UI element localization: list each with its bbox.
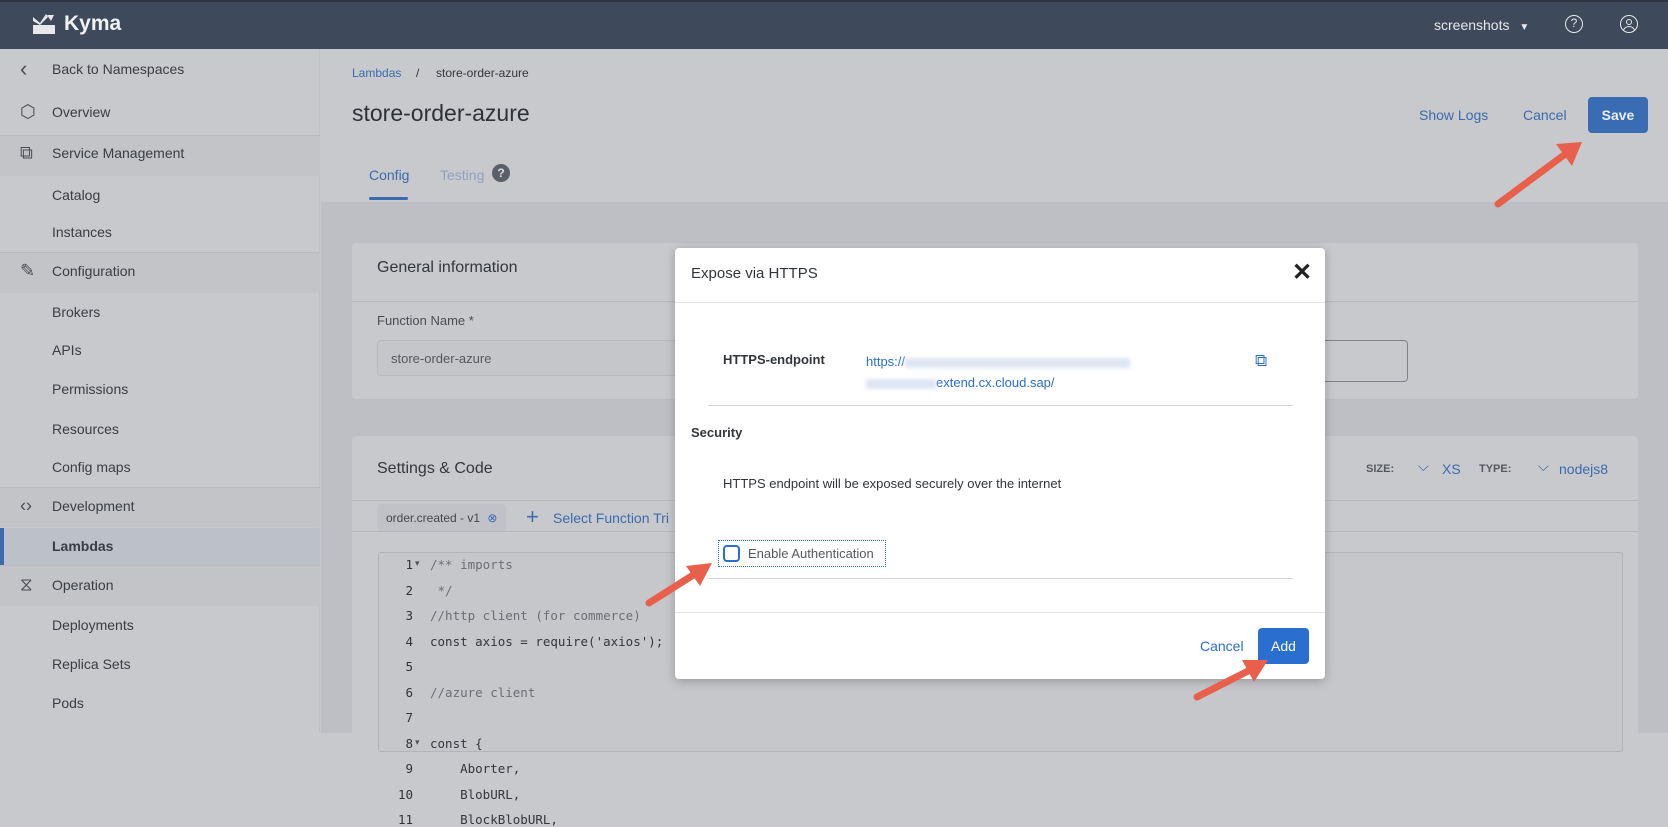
code-line: Aborter,	[430, 761, 521, 776]
annotation-arrows	[645, 142, 1582, 701]
line-number: 11	[397, 812, 413, 827]
arrow-to-save	[1494, 148, 1572, 208]
line-number: 8	[405, 735, 413, 751]
line-number: 10	[397, 786, 413, 802]
line-number: 9	[405, 761, 413, 776]
arrow-to-authentication	[645, 568, 702, 607]
arrow-to-add	[1193, 664, 1258, 701]
code-line: const {	[430, 735, 483, 751]
code-line: BlockBlobURL,	[430, 812, 558, 827]
code-line: BlobURL,	[430, 786, 521, 802]
fold-toggle-icon[interactable]: ▾	[415, 737, 420, 748]
